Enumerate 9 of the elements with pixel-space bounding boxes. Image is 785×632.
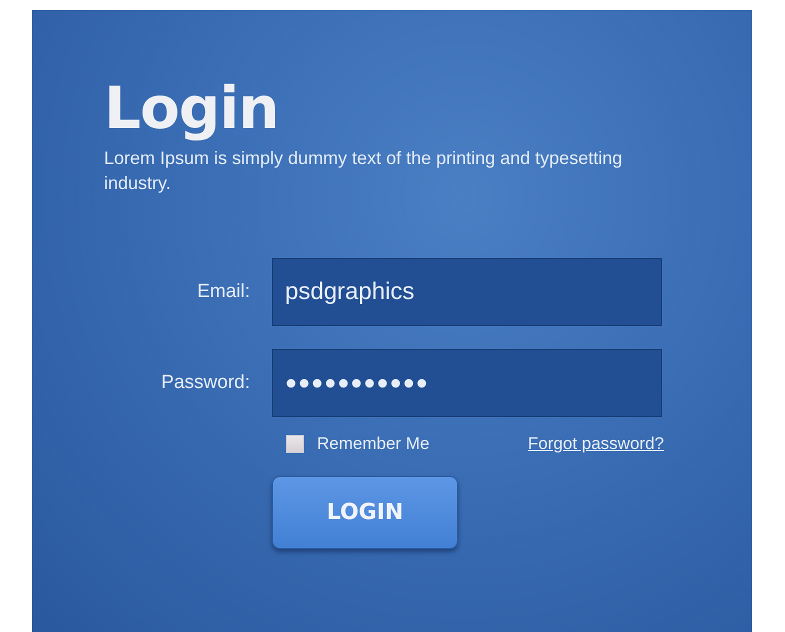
login-title: Login [104,76,280,140]
field-label: Email: [196,281,251,303]
forgot-password-link[interactable]: Forgot password? [528,434,664,454]
checkbox-label: Remember Me [317,434,430,454]
input-field[interactable]: psdgraphics [272,258,662,326]
input-field[interactable]: ●●●●●●●●●●● [272,349,662,417]
remember-checkbox[interactable] [286,435,304,453]
description-text: Lorem Ipsum is simply dummy text of the printing and typesetting industry. [104,147,624,195]
field-label: Password: [160,372,251,394]
